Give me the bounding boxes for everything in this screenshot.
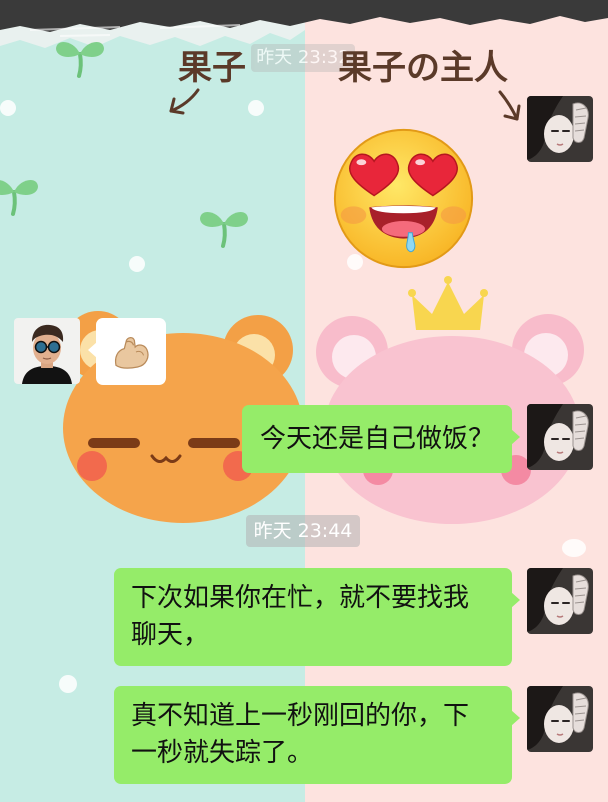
message-text: 下次如果你在忙，就不要找我	[131, 583, 470, 613]
chat-wallpaper	[0, 0, 608, 802]
message-text: 聊天，	[131, 620, 210, 650]
chat-screen: 昨天 23:32 果子 果子の主人 今天还是自己做饭？ 昨天 23:44 下次如…	[0, 0, 608, 802]
girl-photo-avatar-icon[interactable]	[527, 568, 593, 634]
message-text: 今天还是自己做饭？	[260, 423, 495, 454]
flexed-biceps-icon	[111, 332, 151, 372]
incoming-emoji-bubble[interactable]	[88, 318, 166, 385]
girl-photo-avatar-icon[interactable]	[527, 96, 593, 162]
message-text: 一秒就失踪了。	[131, 738, 314, 768]
message-text: 真不知道上一秒刚回的你，下	[131, 701, 470, 731]
handwritten-label-right: 果子の主人	[338, 48, 508, 88]
girl-photo-avatar-icon[interactable]	[527, 404, 593, 470]
timestamp: 昨天 23:44	[246, 515, 360, 547]
outgoing-message-bubble[interactable]: 下次如果你在忙，就不要找我 聊天，	[114, 568, 520, 666]
man-sunglasses-avatar-icon[interactable]	[14, 318, 80, 384]
handwritten-label-left: 果子	[178, 48, 246, 88]
outgoing-message-bubble[interactable]: 真不知道上一秒刚回的你，下 一秒就失踪了。	[114, 686, 520, 784]
heart-eyes-drooling-face-icon	[333, 128, 474, 269]
outgoing-message-bubble[interactable]: 今天还是自己做饭？	[242, 405, 520, 473]
sticker-message[interactable]	[330, 125, 477, 272]
girl-photo-avatar-icon[interactable]	[527, 686, 593, 752]
